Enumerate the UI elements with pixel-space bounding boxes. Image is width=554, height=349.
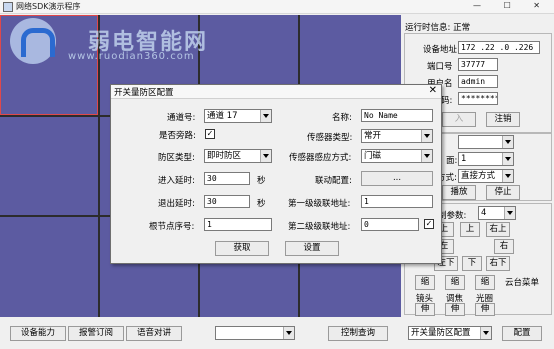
dialog-titlebar: 开关量防区配置 ✕ <box>111 85 441 99</box>
ptz-menu-label[interactable]: 云台菜单 <box>505 276 539 288</box>
video-pane-9[interactable] <box>0 217 98 317</box>
zoom-out-button[interactable]: 伸 <box>415 303 435 316</box>
chevron-down-icon <box>502 153 513 165</box>
ptz-up-right-button[interactable]: 右上 <box>486 222 510 237</box>
first-link-input[interactable]: 1 <box>361 195 433 208</box>
config-button[interactable]: 配置 <box>502 326 542 341</box>
entry-delay-unit: 秒 <box>257 176 266 186</box>
link-config-button[interactable]: ... <box>361 171 433 186</box>
window-title: 网络SDK演示程序 <box>16 2 81 11</box>
zone-type-label: 防区类型: <box>158 153 195 163</box>
device-select[interactable] <box>458 135 514 149</box>
name-label: 名称: <box>332 113 352 123</box>
password-input[interactable]: ******** <box>458 92 498 105</box>
chevron-down-icon <box>260 110 271 122</box>
zone-type-value: 即时防区 <box>207 151 242 161</box>
play-button[interactable]: 播放 <box>442 185 476 200</box>
second-link-checkbox[interactable]: ✓ <box>424 219 434 229</box>
chevron-down-icon <box>480 327 491 339</box>
login-button[interactable]: 入 <box>442 112 476 127</box>
set-button[interactable]: 设置 <box>285 241 339 256</box>
window-controls[interactable]: — ☐ ✕ <box>473 1 550 10</box>
second-link-input[interactable]: 0 <box>361 218 419 231</box>
bottom-combo[interactable] <box>215 326 295 340</box>
port-input[interactable]: 37777 <box>458 58 498 71</box>
chevron-down-icon <box>283 327 294 339</box>
chevron-down-icon <box>260 150 271 162</box>
app-icon <box>3 2 13 12</box>
password-label: 码: <box>441 96 453 106</box>
sensor-type-select[interactable]: 常开 <box>361 129 433 143</box>
second-link-label: 第二级级联地址: <box>288 222 351 232</box>
dialog-title: 开关量防区配置 <box>114 88 174 98</box>
sensor-type-label: 传感器类型: <box>307 133 353 143</box>
channel-label: 通道号: <box>167 113 196 123</box>
screen-select-value: 1 <box>461 154 467 164</box>
chevron-down-icon <box>504 207 515 219</box>
iris-out-button[interactable]: 伸 <box>475 303 495 316</box>
control-query-button[interactable]: 控制查询 <box>328 326 388 341</box>
mode-select[interactable]: 直接方式 <box>458 169 514 183</box>
close-icon[interactable]: ✕ <box>429 85 437 96</box>
sensor-type-value: 常开 <box>364 131 382 141</box>
voice-talk-button[interactable]: 语音对讲 <box>126 326 182 341</box>
status-label: 运行时信息: 正常 <box>405 23 471 33</box>
root-node-input[interactable]: 1 <box>204 218 272 231</box>
device-capability-button[interactable]: 设备能力 <box>10 326 66 341</box>
bottom-toolbar: 设备能力 报警订阅 语音对讲 控制查询 开关量防区配置 配置 <box>0 318 554 349</box>
bypass-label: 是否旁路: <box>159 131 196 141</box>
device-address-input[interactable]: 172 .22 .0 .226 <box>458 41 540 54</box>
username-input[interactable]: admin <box>458 75 498 88</box>
exit-delay-label: 退出延时: <box>158 199 195 209</box>
get-button[interactable]: 获取 <box>215 241 269 256</box>
ptz-down-button[interactable]: 下 <box>462 256 482 271</box>
ptz-up-button[interactable]: 上 <box>460 222 480 237</box>
chevron-down-icon <box>502 136 513 148</box>
config-type-select[interactable]: 开关量防区配置 <box>408 326 492 340</box>
link-config-label: 联动配置: <box>315 176 352 186</box>
focus-in-button[interactable]: 缩 <box>445 275 465 290</box>
chevron-down-icon <box>421 130 432 142</box>
ptz-right-button[interactable]: 右 <box>494 239 514 254</box>
name-input[interactable]: No Name <box>361 109 433 122</box>
iris-in-button[interactable]: 缩 <box>475 275 495 290</box>
sensor-mode-label: 传感器感应方式: <box>289 153 352 163</box>
port-label: 端口号 <box>427 62 453 72</box>
sensor-mode-value: 门磁 <box>364 151 382 161</box>
entry-delay-input[interactable]: 30 <box>204 172 250 185</box>
chevron-down-icon <box>421 150 432 162</box>
logout-button[interactable]: 注销 <box>486 112 520 127</box>
exit-delay-input[interactable]: 30 <box>204 195 250 208</box>
exit-delay-unit: 秒 <box>257 199 266 209</box>
mode-select-value: 直接方式 <box>461 171 496 181</box>
channel-select-value: 通道 17 <box>207 111 238 121</box>
video-pane-1[interactable] <box>0 15 98 115</box>
window-titlebar: 网络SDK演示程序 — ☐ ✕ <box>0 0 554 14</box>
video-pane-5[interactable] <box>0 117 98 215</box>
chevron-down-icon <box>502 170 513 182</box>
ptz-param-value: 4 <box>481 208 487 218</box>
focus-out-button[interactable]: 伸 <box>445 303 465 316</box>
channel-select[interactable]: 通道 17 <box>204 109 272 123</box>
zone-type-select[interactable]: 即时防区 <box>204 149 272 163</box>
config-type-value: 开关量防区配置 <box>411 328 471 338</box>
first-link-label: 第一级级联地址: <box>288 199 351 209</box>
zoom-in-button[interactable]: 缩 <box>415 275 435 290</box>
ptz-down-right-button[interactable]: 右下 <box>486 256 510 271</box>
sensor-mode-select[interactable]: 门磁 <box>361 149 433 163</box>
device-address-label: 设备地址 <box>423 45 458 55</box>
ptz-param-select[interactable]: 4 <box>478 206 516 220</box>
screen-select[interactable]: 1 <box>458 152 514 166</box>
zone-config-dialog: 开关量防区配置 ✕ 通道号: 通道 17 名称: No Name 是否旁路: ✓… <box>110 84 442 264</box>
stop-button[interactable]: 停止 <box>486 185 520 200</box>
ptz-param-label: 制参数: <box>438 211 467 221</box>
screen-label: 面: <box>446 156 458 166</box>
bypass-checkbox[interactable]: ✓ <box>205 129 215 139</box>
entry-delay-label: 进入延时: <box>158 176 195 186</box>
alarm-subscribe-button[interactable]: 报警订阅 <box>68 326 124 341</box>
root-node-label: 根节点序号: <box>149 222 195 232</box>
